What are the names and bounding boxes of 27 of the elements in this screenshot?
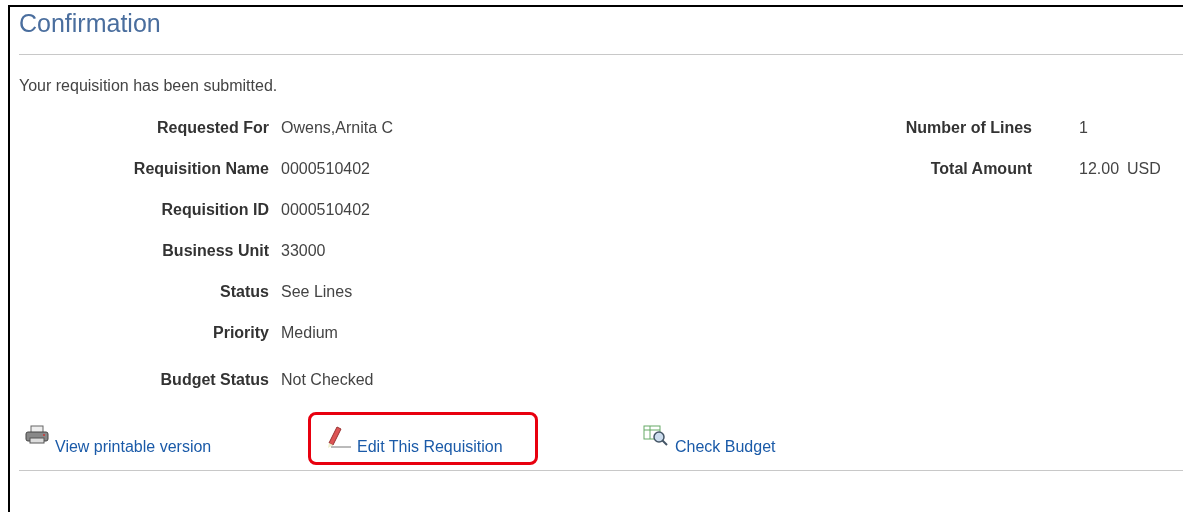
field-label: Requested For — [156, 119, 269, 137]
field-label: Requisition Name — [132, 160, 269, 178]
action-link[interactable]: Check Budget — [675, 438, 776, 456]
field-label: Number of Lines — [904, 119, 1032, 137]
currency-code: USD — [1127, 160, 1161, 178]
field-value: See Lines — [281, 283, 353, 301]
page-title: Confirmation — [19, 8, 162, 39]
field-value: 0000510402 — [281, 160, 370, 178]
field-value: Not Checked — [281, 371, 374, 389]
spreadsheet-magnifier-icon — [643, 425, 669, 447]
field-value: 12.00 — [1079, 160, 1120, 178]
field-label: Priority — [212, 324, 269, 342]
pencil-icon — [325, 425, 351, 449]
field-label: Requisition ID — [160, 201, 269, 219]
action-link[interactable]: View printable version — [55, 438, 212, 456]
field-value: 1 — [1079, 119, 1088, 137]
field-label: Business Unit — [161, 242, 269, 260]
field-value: Medium — [281, 324, 338, 342]
confirmation-message: Your requisition has been submitted. — [19, 77, 279, 95]
action-link[interactable]: Edit This Requisition — [357, 438, 503, 456]
field-label: Total Amount — [929, 160, 1032, 178]
field-value: Owens,Arnita C — [281, 119, 394, 137]
field-label: Status — [219, 283, 269, 301]
field-value: 33000 — [281, 242, 326, 260]
field-label: Budget Status — [159, 371, 269, 389]
printer-icon — [25, 425, 49, 445]
field-value: 0000510402 — [281, 201, 370, 219]
